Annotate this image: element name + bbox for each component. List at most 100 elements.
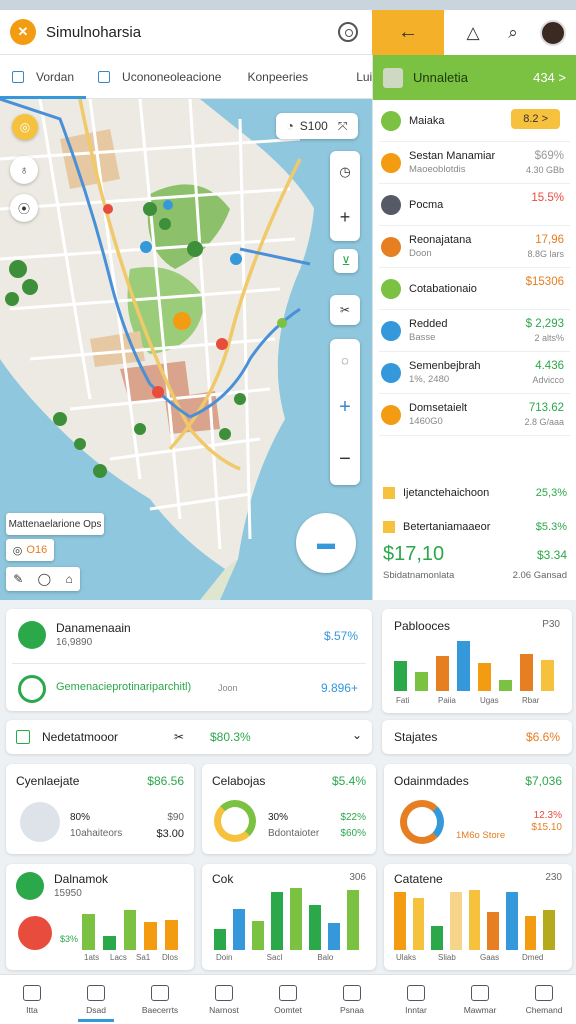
filter-row[interactable]: Nedetatmooor ✂ $80.3% ⌄ [6,720,372,754]
card-title: Catatene [394,872,443,886]
map-thumb-icon [20,802,60,842]
nav-item-narnost[interactable]: Narnost [192,975,256,1024]
card-cyenlaejate[interactable]: Cyenlaejate $86.56 80% 10ahaiteors $90 $… [6,764,194,854]
nav-item-mawmar[interactable]: Mawmar [448,975,512,1024]
item-icon [381,236,401,257]
zoom-in-button[interactable]: + [340,207,351,228]
card-celabojas[interactable]: Celabojas $5.4% 30% Bdontaioter $22% $60… [202,764,376,854]
card-value: $7,036 [525,774,562,788]
pin-button[interactable]: ⦿ [10,194,38,222]
clock-icon[interactable]: ◷ [339,164,350,180]
nav-item-itta[interactable]: Itta [0,975,64,1024]
stajates-row[interactable]: Stajates $6.6% [382,720,572,754]
card-title: Dalnamok [54,872,109,886]
item-sub-value: 2.8 G/aaa [524,417,564,427]
chart-card-pablooces[interactable]: Pablooces P30 Fati Paiia Ugas Rbar [382,609,572,713]
search-icon [471,984,489,1001]
bell-icon[interactable]: △ [462,22,484,44]
r2: $3.00 [156,828,184,840]
card-value: P30 [542,619,560,630]
summary-subvalue: $5.3% [535,521,567,533]
circle-icon[interactable]: ◯ [38,572,51,586]
home-icon[interactable]: ⌂ [66,572,73,586]
nav-item-oomtet[interactable]: Oomtet [256,975,320,1024]
card-catatene[interactable]: Catatene 230 Ulaks Sliab Gaas Dmed [384,864,572,970]
back-button[interactable]: ← [372,10,444,55]
tab-vordan[interactable]: Vordan [0,55,87,99]
chart-bar [214,929,226,950]
right-list-item[interactable]: Pocma 15.5% [379,184,570,226]
bar-label: Dlos [162,953,179,962]
chart-bar [290,888,302,950]
item-text: Redded Basse [409,317,448,345]
tools-icon[interactable]: ✂ [174,730,184,744]
avatar[interactable] [540,19,566,46]
donut-chart [400,800,444,844]
map-layer-button[interactable]: ⊻ [334,249,358,273]
bottom-nav: Itta Dsad Baecerrts Narnost Oomtet Psnaa Innta… [0,974,576,1024]
tools-icon[interactable]: ✕ [10,19,36,45]
chart-bar [436,656,450,691]
zoom-controls-lower: ◌ + − [330,339,360,485]
checkbox-icon[interactable] [16,730,30,744]
chevron-down-icon[interactable]: ⌄ [352,728,362,742]
nav-item-baecerrts[interactable]: Baecerrts [128,975,192,1024]
bar-label: Dmed [522,953,544,962]
right-list-item[interactable]: Reonajatana Doon 17,96 8.8G lars [379,226,570,268]
item-values: 4.436 Advicco [532,359,564,387]
card-cok[interactable]: Cok 306 Doin Sacl Balo [202,864,376,970]
item-icon [381,362,401,383]
nav-item-psnaa[interactable]: Psnaa [320,975,384,1024]
chart-bar [123,910,137,950]
right-list-item[interactable]: Redded Basse $ 2,293 2 alts% [379,310,570,352]
expand-icon: ⤧ [337,118,348,133]
card-dalnamok[interactable]: Dalnamok 15950 $3% 1ats Lacs Sa1 Dlos [6,864,194,970]
nav-item-dsad[interactable]: Dsad [64,975,128,1024]
right-list-item[interactable]: Maiaka 8.2 > [379,100,570,142]
settings-icon[interactable] [338,22,358,42]
pen-icon[interactable]: ✎ [13,572,23,586]
info-icon[interactable]: ◌ [341,353,349,368]
stats-card-left[interactable]: Danamenaain 16,9890 $.57% Gemenacieproti… [6,609,372,711]
right-list-item[interactable]: Sestan Manamiar Maoeoblotdis $69% 4.30 GBb [379,142,570,184]
chart-bar [165,920,179,950]
map-scale-control[interactable]: ◔ S100 ⤧ [276,113,358,139]
nav-label: Chemand [525,1004,563,1015]
line1: 30% [268,812,289,823]
tools-button[interactable]: ✂ [330,295,360,325]
user-pin-button[interactable]: ♁ [10,156,38,184]
nav-item-chemand[interactable]: Chemand [512,975,576,1024]
summary-subtitle: Betertaniamaaeor [403,521,491,533]
map-view[interactable]: ◎ ♁ ⦿ ◔ S100 ⤧ ◷ + ⊻ ✂ ◌ + − Mattenaelario… [0,99,372,600]
chart-bar [541,659,555,691]
zoom-out-button[interactable]: − [339,448,351,471]
right-list-item[interactable]: Cotabationaio $15306 [379,268,570,310]
item-sub-value: 2 alts% [534,333,564,343]
gift-icon [343,984,361,1001]
search-icon[interactable]: ⌕ [502,22,524,44]
item-badge[interactable]: 8.2 > [511,109,560,129]
map-chip[interactable]: ◎ O16 [6,539,54,561]
location-button[interactable]: ◎ [12,114,38,140]
item-icon [381,278,401,299]
item-values: $15306 [526,275,564,289]
zoom-controls: ◷ + [330,151,360,241]
bar-label: Sacl [266,953,283,962]
zoom-in-button[interactable]: + [339,396,351,419]
nav-item-inntar[interactable]: Inntar [384,975,448,1024]
tab-ucononeoleacione[interactable]: Ucononeoleacione [86,55,233,99]
book-icon [151,984,169,1001]
card-title: Pablooces [394,619,451,633]
tab-konpeeries[interactable]: Konpeeries [233,55,320,99]
card-odainmdades[interactable]: Odainmdades $7,036 12.3% $15.10 1M6o Sto… [384,764,572,854]
nav-label: Mawmar [463,1004,497,1015]
right-list-item[interactable]: Semenbejbrah 1%, 2480 4.436 Advicco [379,352,570,394]
right-list-item[interactable]: Domsetaielt 1460G0 713.62 2.8 G/aaa [379,394,570,436]
doc-icon [383,487,395,499]
right-panel-header[interactable]: Unnaletia 434 > [373,55,576,100]
card-title: Cok [212,872,234,886]
layers-fab[interactable]: ▬ [296,513,356,573]
item-title: Maiaka [409,114,445,127]
item-sub: Maoeoblotdis [409,163,466,175]
item-values: 15.5% [531,191,564,205]
